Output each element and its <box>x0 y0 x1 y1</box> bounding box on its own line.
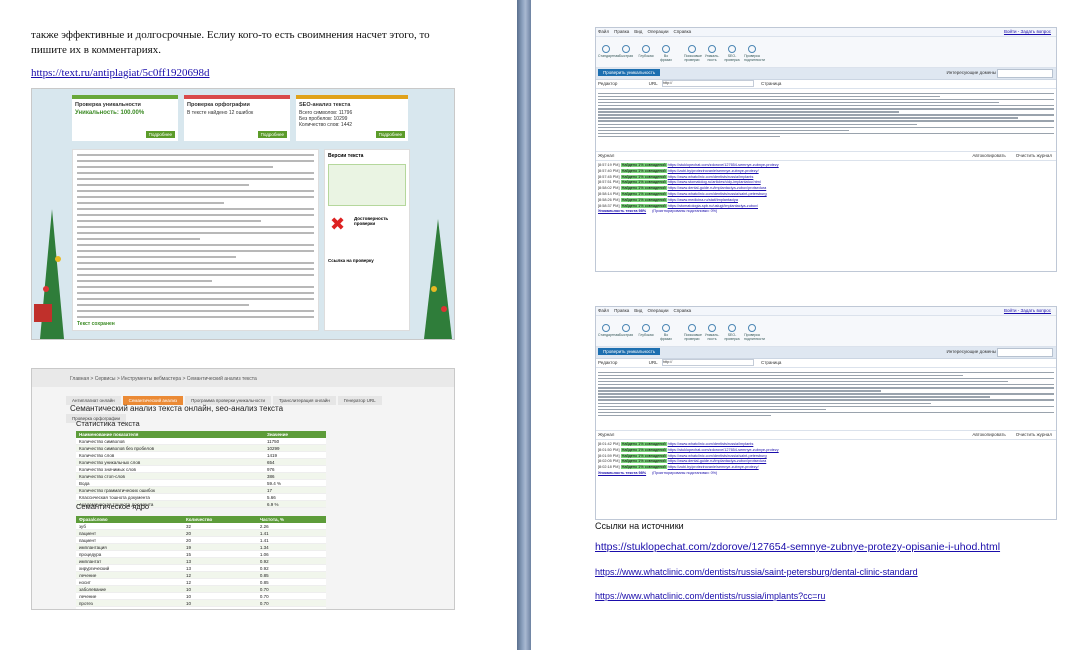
search-icon <box>748 45 756 53</box>
check-uniqueness-button[interactable]: Проверить уникальность <box>598 69 661 76</box>
source-link-2[interactable]: https://www.whatclinic.com/dentists/russ… <box>595 567 918 577</box>
core-row: носит 12 0.85 <box>76 578 326 586</box>
core-title: Семантическое ядро <box>76 502 150 511</box>
core-row: заболевание 10 0.70 <box>76 585 326 593</box>
stats-row: Вода 59.4 % <box>76 479 326 487</box>
checked-text-area: Текст сохранен <box>72 149 319 331</box>
search-icon <box>602 45 610 53</box>
page-title: Семантический анализ текста онлайн, seo-… <box>70 404 284 413</box>
text-editor[interactable] <box>596 368 1056 431</box>
textru-result-screenshot: Проверка уникальности Уникальность: 100.… <box>31 88 455 340</box>
stats-title: Статистика текста <box>76 419 140 428</box>
uniqueness-card: Проверка уникальности Уникальность: 100.… <box>72 95 178 141</box>
url-input[interactable]: http:// <box>661 359 754 367</box>
core-row: протез 10 0.70 <box>76 599 326 607</box>
journal-log: [8:01:42 PM] Найдено 1% совпадений https… <box>596 440 1056 479</box>
side-panel: Версии текста ✖ Достоверность проверки С… <box>324 149 410 331</box>
search-icon <box>662 324 670 332</box>
stats-row: Количество грамматических ошибок 17 <box>76 486 326 494</box>
check-uniqueness-button[interactable]: Проверить уникальность <box>598 348 661 355</box>
core-table: Фраза/слово Количество Частота, % зуб 32 2.2… <box>76 516 326 609</box>
domains-input[interactable] <box>997 69 1053 78</box>
core-row: процедура 15 1.06 <box>76 550 326 558</box>
domains-input[interactable] <box>997 348 1053 357</box>
right-document-page: Файл Правка Вид Операции Справка Войти - Зад… <box>531 0 1080 650</box>
spelling-card: Проверка орфографии В тексте найдено 12 … <box>184 95 290 141</box>
search-icon <box>642 45 650 53</box>
core-row: лечение 12 0.85 <box>76 571 326 579</box>
stats-row: Классическая тошнота документа 5.66 <box>76 493 326 501</box>
log-link[interactable]: https://stomatologia-spb.ru/uslugi/impla… <box>668 204 758 208</box>
log-link[interactable]: https://www.whatclinic.com/dentists/russ… <box>668 192 767 196</box>
log-link[interactable]: https://zubi.by/protezirovanie/semnye-zu… <box>668 465 759 469</box>
stats-row: Количество значимых слов 976 <box>76 465 326 473</box>
result-row: Уникальность текста 98% (Проигнорированы … <box>598 470 718 475</box>
core-row: пациент 20 1.41 <box>76 529 326 537</box>
core-row: врач 8 0.56 <box>76 606 326 609</box>
stats-table: Наименование показателя Значение Количест… <box>76 431 326 508</box>
core-row: пациент 20 1.41 <box>76 536 326 544</box>
stats-row: Количество стоп-слов 386 <box>76 472 326 480</box>
search-icon <box>688 45 696 53</box>
log-link[interactable]: https://www.whatclinic.com/dentists/russ… <box>668 175 754 179</box>
more-button[interactable]: Подробнее <box>145 131 175 138</box>
warning-icon: ✖ <box>330 214 346 234</box>
status-saved: Текст сохранен <box>77 321 115 327</box>
stats-row: Количество символов без пробелов 10299 <box>76 444 326 452</box>
core-row: хирургический 13 0.92 <box>76 564 326 572</box>
tab-url-generator[interactable]: Генератор URL <box>337 396 382 405</box>
breadcrumb: Главная > Сервисы > Инструменты вебмасте… <box>70 376 257 382</box>
toolbar: Стандартная Быстрая Глубокая Во фразах П… <box>596 37 1056 68</box>
tabs-bar: Антиплагиат онлайн Семантический анализ Пр… <box>66 389 426 423</box>
core-row: имплантат 13 0.92 <box>76 557 326 565</box>
page-gutter <box>517 0 531 650</box>
menu-bar: Файл Правка Вид Операции Справка Войти - Зад… <box>596 28 1056 37</box>
log-link[interactable]: https://stuklopechat.com/zdorove/127654-… <box>668 163 779 167</box>
search-icon <box>688 324 696 332</box>
search-icon <box>622 324 630 332</box>
log-link[interactable]: https://www.medicina.ru/stati/implantaci… <box>668 198 738 202</box>
left-document-page: также эффективные и долгосрочные. Еслиу … <box>0 0 517 650</box>
result-row: Уникальность текста 98% (Проигнорированы … <box>598 209 718 214</box>
log-link[interactable]: https://www.stomatolog.ru/articles/vidy-… <box>668 180 761 184</box>
core-row: лечение 10 0.70 <box>76 592 326 600</box>
log-link[interactable]: https://www.whatclinic.com/dentists/russ… <box>668 454 767 458</box>
core-row: имплантация 19 1.34 <box>76 543 326 551</box>
source-link-3[interactable]: https://www.whatclinic.com/dentists/russ… <box>595 591 825 601</box>
log-link[interactable]: https://zubi.by/protezirovanie/semnye-zu… <box>668 169 759 173</box>
log-link[interactable]: https://www.dental-guide.ru/implantaciya… <box>668 186 767 190</box>
paragraph-text: также эффективные и долгосрочные. Еслиу … <box>31 29 430 56</box>
log-link[interactable]: https://www.whatclinic.com/dentists/russ… <box>668 442 754 446</box>
antiplagiat-link[interactable]: https://text.ru/antiplagiat/5c0ff1920698… <box>31 67 210 79</box>
text-editor[interactable] <box>596 89 1056 152</box>
search-icon <box>662 45 670 53</box>
source-link-1[interactable]: https://stuklopechat.com/zdorove/127654-… <box>595 541 1000 553</box>
etxt-app-screenshot-2: Файл Правка Вид Операции Справка Войти - Зад… <box>595 306 1057 520</box>
search-icon <box>748 324 756 332</box>
log-link[interactable]: https://www.dental-guide.ru/implantaciya… <box>668 459 767 463</box>
url-input[interactable]: http:// <box>661 80 754 88</box>
semantic-analysis-screenshot: Главная > Сервисы > Инструменты вебмасте… <box>31 368 455 610</box>
journal-log: [8:57:19 PM] Найдено 1% совпадений https… <box>596 161 1056 217</box>
search-icon <box>708 324 716 332</box>
christmas-decoration-right <box>424 219 452 339</box>
etxt-app-screenshot-1: Файл Правка Вид Операции Справка Войти - Зад… <box>595 27 1057 272</box>
stats-row: Количество уникальных слов 654 <box>76 458 326 466</box>
search-icon <box>728 45 736 53</box>
search-icon <box>642 324 650 332</box>
search-icon <box>622 45 630 53</box>
sources-heading: Ссылки на источники <box>595 521 684 531</box>
christmas-decoration-left <box>34 209 64 339</box>
search-icon <box>708 45 716 53</box>
log-link[interactable]: https://stuklopechat.com/zdorove/127654-… <box>668 448 779 452</box>
seo-card: SEO-анализ текста Всего символов: 11796 … <box>296 95 408 141</box>
stats-row: Количество слов 1419 <box>76 451 326 459</box>
search-icon <box>728 324 736 332</box>
search-icon <box>602 324 610 332</box>
